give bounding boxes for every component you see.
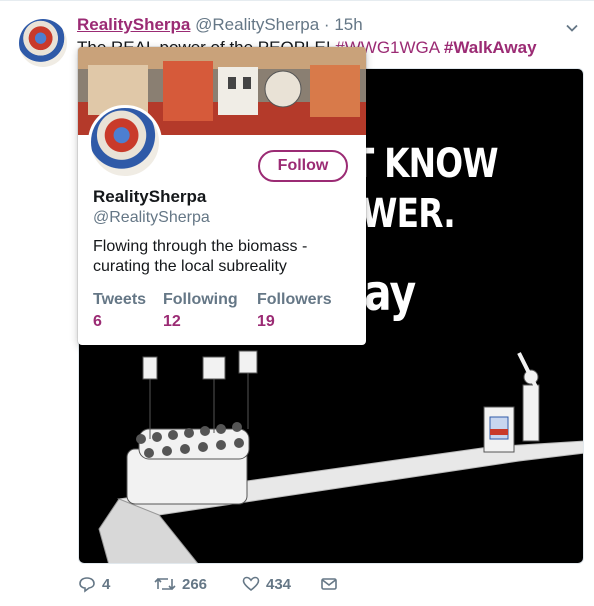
envelope-icon	[320, 575, 338, 593]
stat-following-value: 12	[163, 313, 181, 330]
reply-button[interactable]: 4	[78, 575, 110, 593]
stat-tweets-value: 6	[93, 313, 102, 330]
stat-tweets-label: Tweets	[93, 291, 147, 308]
follow-button[interactable]: Follow	[258, 150, 348, 182]
reply-icon	[78, 575, 96, 593]
chevron-down-icon[interactable]	[565, 21, 579, 35]
profile-avatar-icon[interactable]	[19, 19, 67, 67]
hashtag-walkaway-link[interactable]: #WalkAway	[444, 38, 537, 57]
retweet-count: 266	[182, 575, 208, 593]
tweet-header: RealitySherpa @RealitySherpa · 15h	[77, 15, 363, 35]
stat-followers-value: 19	[257, 313, 275, 330]
like-count: 434	[266, 575, 292, 593]
direct-message-button[interactable]	[320, 575, 338, 593]
stat-following-label: Following	[163, 291, 238, 308]
separator-dot: ·	[323, 15, 330, 34]
like-button[interactable]: 434	[242, 575, 291, 593]
retweet-icon	[154, 575, 176, 593]
tweet[interactable]: RealitySherpa @RealitySherpa · 15h The R…	[0, 0, 594, 606]
timestamp-link[interactable]: 15h	[334, 15, 362, 34]
hovercard-bio: Flowing through the biomass - curating t…	[93, 238, 308, 275]
user-handle[interactable]: @RealitySherpa	[195, 15, 319, 34]
display-name-link[interactable]: RealitySherpa	[77, 15, 190, 34]
hovercard-handle[interactable]: @RealitySherpa	[93, 209, 210, 227]
hovercard-avatar-icon[interactable]	[88, 105, 162, 179]
stat-tweets[interactable]: Tweets 6	[93, 291, 146, 331]
stat-followers[interactable]: Followers 19	[257, 291, 332, 331]
retweet-button[interactable]: 266	[154, 575, 207, 593]
stat-following[interactable]: Following 12	[163, 291, 238, 331]
reply-count: 4	[102, 575, 111, 593]
cartoon-illustration	[98, 350, 583, 563]
hovercard-display-name[interactable]: RealitySherpa	[93, 187, 206, 207]
stat-followers-label: Followers	[257, 291, 332, 308]
profile-hovercard[interactable]: Follow RealitySherpa @RealitySherpa Flow…	[78, 47, 366, 345]
heart-icon	[242, 575, 260, 593]
